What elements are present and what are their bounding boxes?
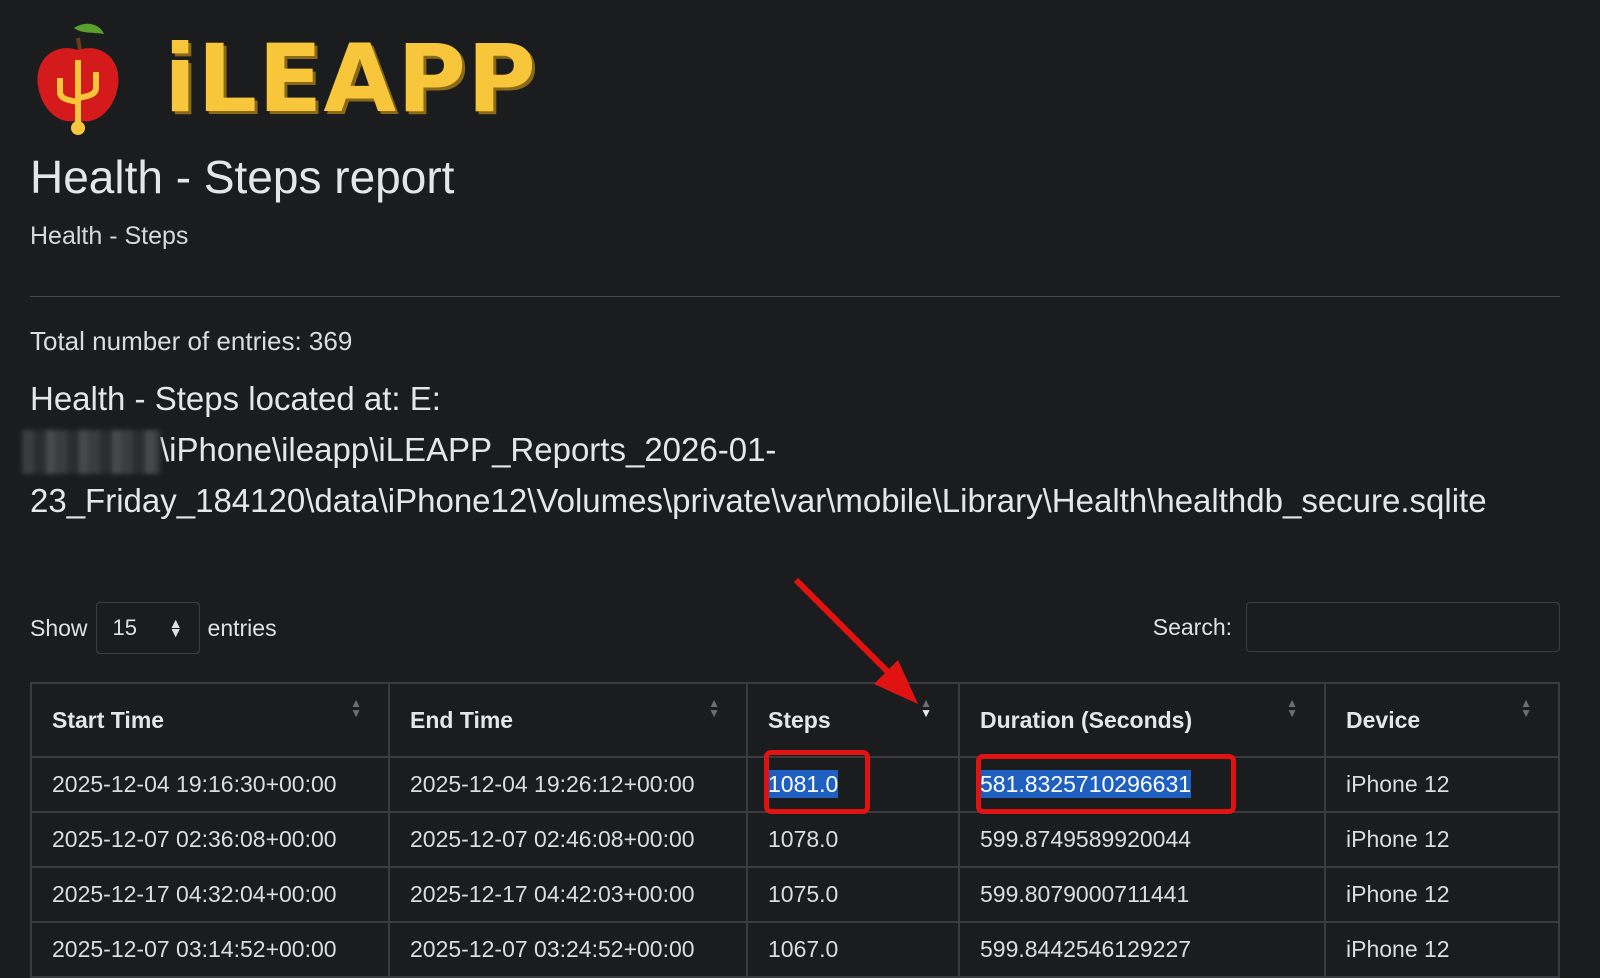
annotation-arrow-icon: [793, 577, 918, 704]
